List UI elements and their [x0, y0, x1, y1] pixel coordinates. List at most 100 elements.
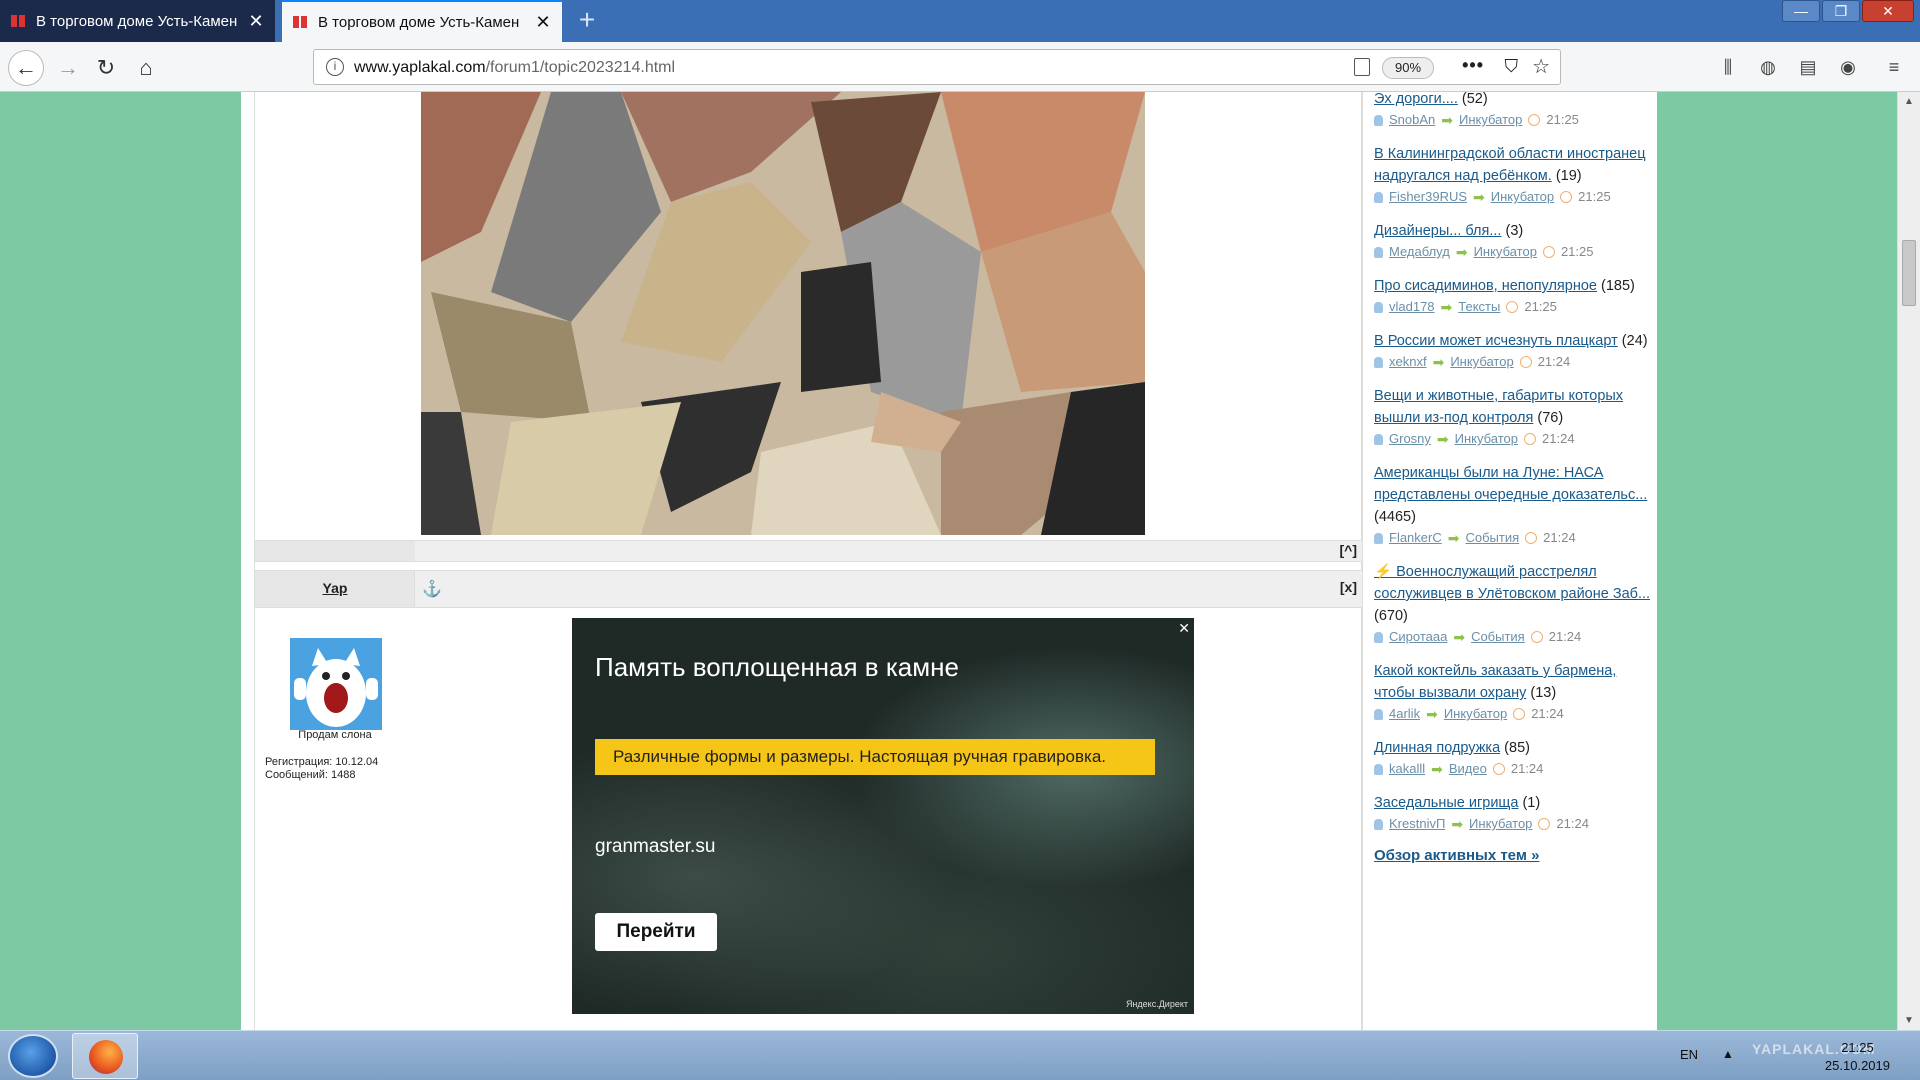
topic-link[interactable]: Вещи и животные, габариты которых вышли … — [1374, 388, 1623, 426]
url-path: /forum1/topic2023214.html — [485, 59, 676, 76]
start-button[interactable] — [8, 1034, 58, 1078]
reader-view-icon[interactable] — [1354, 58, 1370, 76]
anchor-icon[interactable]: ⚓ — [422, 579, 442, 599]
tab-2[interactable]: В торговом доме Усть-Камен ✕ — [282, 0, 562, 42]
user-icon — [1374, 433, 1383, 445]
topic-title-line: Про сисадиминов, непопулярное (185) — [1374, 275, 1654, 297]
post-header-bar: Yap ⚓ [x] — [255, 570, 1363, 608]
scrollbar-thumb[interactable] — [1902, 240, 1916, 306]
scroll-up-link[interactable]: [^] — [1340, 542, 1358, 558]
close-tab-icon[interactable]: ✕ — [247, 11, 265, 32]
pocket-icon[interactable]: ⛉ — [1505, 56, 1519, 77]
account-icon[interactable]: ◉ — [1834, 53, 1862, 81]
topic-link[interactable]: В России может исчезнуть плацкарт — [1374, 333, 1618, 349]
ad-source[interactable]: Яндекс.Директ — [1126, 999, 1188, 1009]
active-topics-overview-link[interactable]: Обзор активных тем » — [1374, 847, 1654, 864]
page-actions-button[interactable]: ••• — [1462, 55, 1484, 76]
page-scrollbar[interactable]: ▲ ▼ — [1897, 92, 1920, 1030]
ad-tagline[interactable]: Различные формы и размеры. Настоящая руч… — [595, 739, 1155, 775]
topic-category-link[interactable]: События — [1471, 627, 1525, 647]
scroll-up-arrow-icon[interactable]: ▲ — [1898, 96, 1920, 107]
topic-title-line: В России может исчезнуть плацкарт (24) — [1374, 330, 1654, 352]
topic-author-link[interactable]: KrestnivП — [1389, 814, 1445, 834]
ad-headline[interactable]: Память воплощенная в камне — [595, 652, 959, 683]
home-button[interactable]: ⌂ — [130, 52, 162, 84]
tray-expand-icon[interactable]: ▲ — [1722, 1047, 1734, 1061]
topic-author-link[interactable]: Медаблуд — [1389, 242, 1450, 262]
forum-post-area: [^] Yap ⚓ [x] Продам слона Регистрация: … — [254, 92, 1363, 1030]
close-post-link[interactable]: [x] — [1340, 579, 1357, 595]
message-count: Сообщений: 1488 — [265, 769, 356, 781]
topic-author-link[interactable]: SnobAn — [1389, 110, 1435, 130]
url-bar[interactable]: i www.yaplakal.com/forum1/topic2023214.h… — [313, 49, 1561, 85]
arrow-right-icon: ➡ — [1455, 244, 1468, 260]
topic-category-link[interactable]: Инкубатор — [1444, 704, 1507, 724]
ad-go-button[interactable]: Перейти — [595, 913, 717, 951]
user-icon — [1374, 631, 1383, 643]
topic-link[interactable]: Эх дороги.... — [1374, 92, 1458, 107]
user-icon — [1374, 191, 1383, 203]
yaplakal-favicon-icon — [11, 15, 25, 27]
reload-button[interactable]: ↻ — [90, 52, 122, 84]
topic-author-link[interactable]: xeknxf — [1389, 352, 1427, 372]
hamburger-menu-icon[interactable]: ≡ — [1880, 53, 1908, 81]
close-window-button[interactable]: ✕ — [1862, 0, 1914, 22]
topic-author-link[interactable]: Fisher39RUS — [1389, 187, 1467, 207]
close-tab-icon[interactable]: ✕ — [534, 12, 552, 33]
topic-category-link[interactable]: Инкубатор — [1474, 242, 1537, 262]
topic-category-link[interactable]: Инкубатор — [1469, 814, 1532, 834]
scroll-down-arrow-icon[interactable]: ▼ — [1898, 1015, 1920, 1026]
topic-author-link[interactable]: FlankerC — [1389, 528, 1442, 548]
topic-author-link[interactable]: Сиротааа — [1389, 627, 1447, 647]
back-button[interactable]: ← — [8, 50, 44, 86]
topic-item: Заседальные игрища (1) KrestnivП ➡ Инкубато… — [1374, 792, 1654, 834]
firefox-taskbar-button[interactable] — [72, 1033, 138, 1079]
forward-arrow-icon: → — [57, 55, 79, 80]
topic-category-link[interactable]: Инкубатор — [1455, 429, 1518, 449]
topic-link[interactable]: Про сисадиминов, непопулярное — [1374, 278, 1597, 294]
firefox-icon — [89, 1040, 123, 1074]
info-icon[interactable]: i — [326, 58, 344, 76]
topic-category-link[interactable]: Тексты — [1458, 297, 1500, 317]
url-text[interactable]: www.yaplakal.com/forum1/topic2023214.htm… — [354, 59, 675, 77]
topic-time: 21:24 — [1531, 706, 1564, 721]
sidebar-icon[interactable]: ▤ — [1794, 53, 1822, 81]
topic-category-link[interactable]: Инкубатор — [1459, 110, 1522, 130]
tab-1[interactable]: В торговом доме Усть-Камен ✕ — [0, 0, 275, 42]
star-icon[interactable]: ☆ — [1532, 54, 1550, 79]
topic-author-link[interactable]: 4arlik — [1389, 704, 1420, 724]
topic-title-line: В Калининградской области иностранец над… — [1374, 143, 1654, 187]
topic-category-link[interactable]: Инкубатор — [1450, 352, 1513, 372]
topic-link[interactable]: В Калининградской области иностранец над… — [1374, 146, 1646, 184]
advertisement[interactable]: ✕ Память воплощенная в камне Различные ф… — [572, 618, 1194, 1014]
system-clock[interactable]: 21:25 25.10.2019 — [1825, 1039, 1890, 1075]
clock-icon — [1506, 301, 1519, 313]
close-ad-icon[interactable]: ✕ — [1178, 620, 1190, 637]
new-tab-button[interactable]: + — [572, 6, 602, 36]
topic-category-link[interactable]: Видео — [1449, 759, 1487, 779]
topic-link[interactable]: Американцы были на Луне: НАСА представле… — [1374, 465, 1647, 503]
forward-button[interactable]: → — [52, 52, 84, 84]
language-indicator[interactable]: EN — [1680, 1047, 1698, 1062]
topic-author-link[interactable]: Grosny — [1389, 429, 1431, 449]
minimize-button[interactable]: — — [1782, 0, 1820, 22]
restore-button[interactable]: ❐ — [1822, 0, 1860, 22]
topic-category-link[interactable]: События — [1465, 528, 1519, 548]
topic-count: (85) — [1504, 740, 1530, 756]
topic-author-link[interactable]: vlad178 — [1389, 297, 1435, 317]
topic-link[interactable]: ⚡ Военнослужащий расстрелял сослуживцев … — [1374, 564, 1650, 602]
zoom-indicator[interactable]: 90% — [1382, 57, 1434, 79]
topic-link[interactable]: Заседальные игрища — [1374, 795, 1518, 811]
library-icon[interactable]: ⫼ — [1714, 53, 1742, 81]
author-name-link[interactable]: Yap — [255, 580, 415, 596]
topic-link[interactable]: Дизайнеры... бля... — [1374, 223, 1501, 239]
topic-link[interactable]: Какой коктейль заказать у бармена, чтобы… — [1374, 663, 1616, 701]
ad-domain[interactable]: granmaster.su — [595, 836, 715, 858]
topic-author-link[interactable]: kakalll — [1389, 759, 1425, 779]
topic-time: 21:25 — [1524, 299, 1557, 314]
globe-icon[interactable]: ◍ — [1754, 53, 1782, 81]
topic-category-link[interactable]: Инкубатор — [1491, 187, 1554, 207]
topic-count: (3) — [1505, 223, 1524, 239]
topic-link[interactable]: Длинная подружка — [1374, 740, 1500, 756]
user-status: Продам слона — [298, 729, 372, 741]
